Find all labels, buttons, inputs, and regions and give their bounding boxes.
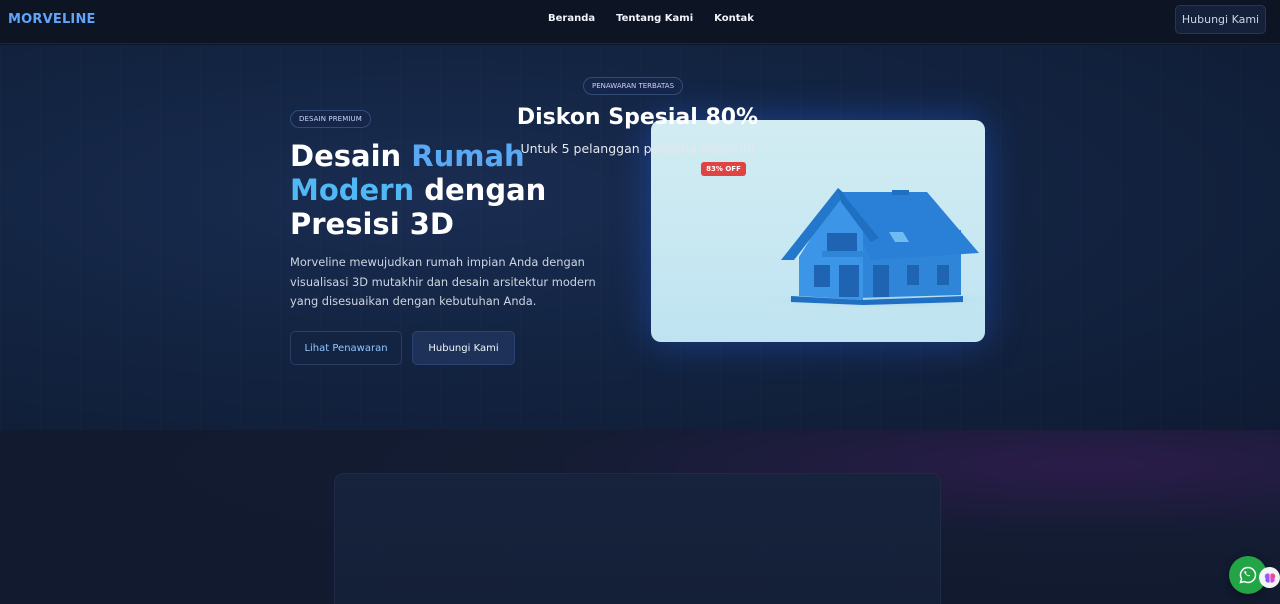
nav-links: Beranda Tentang Kami Kontak [548,13,754,24]
hero-contact-button[interactable]: Hubungi Kami [412,331,515,365]
title-highlight-modern: Modern [290,173,415,207]
brand-logo[interactable]: MORVELINE [8,12,96,27]
limited-offer-badge: PENAWARAN TERBATAS [583,77,684,95]
nav-contact-button[interactable]: Hubungi Kami [1175,5,1266,34]
offer-subtitle: Untuk 5 pelanggan pertama bulan ini [520,141,755,156]
nav-link-beranda[interactable]: Beranda [548,13,595,24]
whatsapp-icon [1239,566,1257,584]
brain-icon [1264,572,1275,583]
nav-link-tentang-kami[interactable]: Tentang Kami [616,13,693,24]
assistant-button[interactable] [1259,567,1280,588]
offer-section [0,430,1280,604]
nav-link-kontak[interactable]: Kontak [714,13,754,24]
discount-tag: 83% OFF [701,162,746,176]
top-navbar: MORVELINE Beranda Tentang Kami Kontak Hu… [0,0,1280,44]
view-offer-button[interactable]: Lihat Penawaran [290,331,402,365]
hero-section: DESAIN PREMIUM Desain Rumah Modern denga… [0,45,1280,430]
offer-card [334,473,941,604]
offer-title: Diskon Spesial 80% [516,105,759,130]
hero-description: Morveline mewujudkan rumah impian Anda d… [290,255,596,308]
